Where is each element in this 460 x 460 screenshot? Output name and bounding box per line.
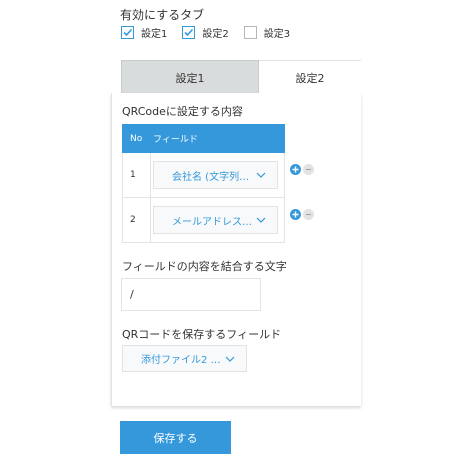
chevron-down-icon bbox=[255, 215, 267, 225]
qrcode-content-label: QRCodeに設定する内容 bbox=[122, 105, 243, 118]
tab-toggle-3-label: 設定3 bbox=[263, 29, 291, 40]
row-number: 2 bbox=[123, 198, 151, 242]
remove-row-button[interactable] bbox=[303, 164, 314, 175]
tab-toggles-title: 有効にするタブ bbox=[120, 8, 205, 22]
check-icon bbox=[123, 28, 133, 37]
field-select[interactable]: メールアドレス… bbox=[153, 206, 278, 234]
save-field-select[interactable]: 添付ファイル2 … bbox=[122, 345, 247, 372]
chevron-down-icon bbox=[255, 170, 267, 180]
save-button[interactable]: 保存する bbox=[120, 421, 231, 454]
table-row: 1 会社名 (文字列… bbox=[122, 153, 285, 198]
column-header-no: No bbox=[130, 133, 143, 144]
tab-toggle-1-checkbox[interactable] bbox=[121, 26, 134, 39]
row-number: 1 bbox=[123, 153, 151, 197]
plus-circle-icon bbox=[292, 211, 299, 218]
chevron-down-icon bbox=[224, 354, 236, 364]
field-select-value: 会社名 (文字列… bbox=[172, 171, 250, 183]
minus-circle-icon bbox=[306, 168, 311, 171]
tab-toggles: 設定1 設定2 設定3 bbox=[121, 25, 305, 40]
minus-circle-icon bbox=[306, 213, 311, 216]
field-cell: 会社名 (文字列… bbox=[151, 153, 284, 197]
tab-toggle-1[interactable]: 設定1 bbox=[121, 25, 167, 40]
table-row: 2 メールアドレス… bbox=[122, 198, 285, 243]
tab-toggle-2-label: 設定2 bbox=[202, 29, 229, 40]
settings-tabs: 設定1 設定2 bbox=[121, 60, 361, 94]
table-header: No フィールド bbox=[122, 124, 285, 153]
save-field-select-value: 添付ファイル2 … bbox=[141, 355, 221, 366]
row-1-actions bbox=[290, 164, 316, 175]
tab-toggle-1-label: 設定1 bbox=[141, 29, 168, 40]
check-icon bbox=[184, 28, 194, 37]
field-select[interactable]: 会社名 (文字列… bbox=[153, 161, 278, 189]
row-2-actions bbox=[290, 209, 316, 220]
field-select-value: メールアドレス… bbox=[172, 216, 252, 228]
save-field-label: QRコードを保存するフィールド bbox=[122, 328, 282, 341]
field-cell: メールアドレス… bbox=[151, 198, 284, 242]
remove-row-button[interactable] bbox=[303, 209, 314, 220]
tab-toggle-2[interactable]: 設定2 bbox=[182, 25, 229, 40]
add-row-button[interactable] bbox=[290, 164, 301, 175]
tab-settings-1[interactable]: 設定1 bbox=[121, 60, 259, 94]
qrcode-fields-table: No フィールド 1 会社名 (文字列… 2 メールアドレス… bbox=[122, 124, 285, 243]
tab-toggle-2-checkbox[interactable] bbox=[182, 26, 196, 39]
separator-input[interactable]: / bbox=[121, 278, 261, 311]
column-header-field: フィールド bbox=[153, 135, 198, 145]
separator-label: フィールドの内容を結合する文字 bbox=[122, 260, 287, 273]
add-row-button[interactable] bbox=[290, 209, 301, 220]
plus-circle-icon bbox=[292, 166, 299, 173]
tab-settings-2[interactable]: 設定2 bbox=[259, 60, 361, 94]
tab-toggle-3-checkbox[interactable] bbox=[243, 26, 257, 39]
tab-toggle-3[interactable]: 設定3 bbox=[243, 25, 291, 40]
